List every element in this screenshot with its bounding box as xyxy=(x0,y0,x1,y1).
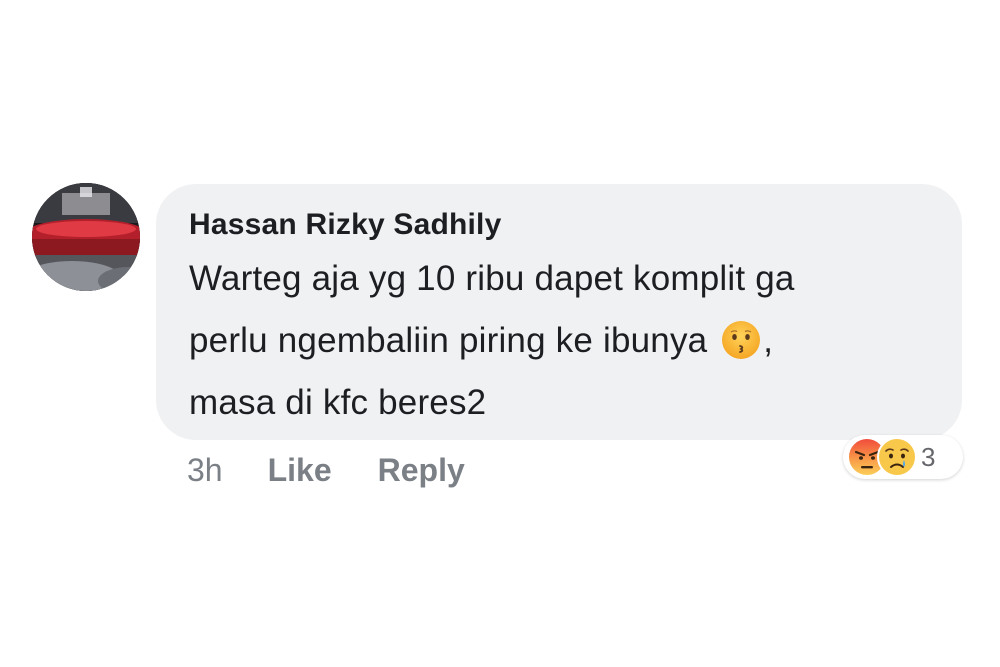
comment-body: Warteg aja yg 10 ribu dapet komplit ga p… xyxy=(189,248,932,434)
comment-text-line-2: perlu ngembaliin piring ke ibunya , xyxy=(189,310,932,372)
comment-thread: Hassan Rizky Sadhily Warteg aja yg 10 ri… xyxy=(0,0,1000,667)
comment-text-line-3: masa di kfc beres2 xyxy=(189,383,487,422)
comment-timestamp[interactable]: 3h xyxy=(187,452,223,489)
comment-text-line-1: Warteg aja yg 10 ribu dapet komplit ga xyxy=(189,259,795,298)
comment-author[interactable]: Hassan Rizky Sadhily xyxy=(189,206,932,244)
comment-text-line-2-part-1: perlu ngembaliin piring ke ibunya xyxy=(189,321,708,360)
avatar[interactable] xyxy=(32,183,140,291)
sad-reaction-icon xyxy=(877,437,917,477)
comment-bubble: Hassan Rizky Sadhily Warteg aja yg 10 ri… xyxy=(156,184,962,440)
comment-text-line-2-part-2: , xyxy=(763,321,774,360)
reply-button[interactable]: Reply xyxy=(378,452,465,489)
avatar-photo xyxy=(32,183,140,291)
like-button[interactable]: Like xyxy=(268,452,332,489)
reactions-summary[interactable]: 3 xyxy=(843,435,963,479)
kissing-face-emoji-icon xyxy=(722,321,761,359)
reaction-count: 3 xyxy=(921,441,936,472)
comment-actions: 3h Like Reply xyxy=(187,448,511,492)
